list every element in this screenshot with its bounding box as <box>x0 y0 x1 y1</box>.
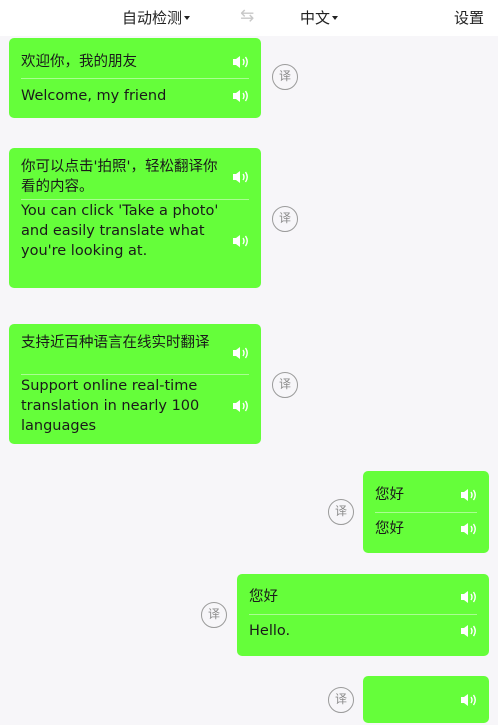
speaker-icon[interactable] <box>231 88 251 104</box>
chevron-down-icon <box>184 15 191 20</box>
message-original-text: 支持近百种语言在线实时翻译 <box>21 335 210 351</box>
speaker-icon[interactable] <box>231 398 251 414</box>
divider <box>21 199 249 200</box>
message-original-text: 您好 <box>249 589 278 605</box>
divider <box>21 374 249 375</box>
translate-icon[interactable]: 译 <box>272 64 298 90</box>
message-original-text: 你可以点击'拍照'，轻松翻译你看的内容。 <box>21 159 218 195</box>
message-translation-text: You can click 'Take a photo' and easily … <box>21 203 219 259</box>
message-bubble[interactable]: 支持近百种语言在线实时翻译 Support online real-time t… <box>9 324 261 444</box>
speaker-icon[interactable] <box>459 623 479 639</box>
source-language-label: 自动检测 <box>122 9 183 27</box>
message-original-text: 欢迎你，我的朋友 <box>21 54 137 70</box>
message-bubble[interactable]: 您好 您好 <box>363 471 489 553</box>
speaker-icon[interactable] <box>459 692 479 708</box>
message-translation-text: Hello. <box>249 623 291 639</box>
translate-icon[interactable]: 译 <box>272 206 298 232</box>
settings-button[interactable]: 设置 <box>454 7 484 28</box>
translate-icon[interactable]: 译 <box>201 602 227 628</box>
translate-icon[interactable]: 译 <box>328 687 354 713</box>
speaker-icon[interactable] <box>459 589 479 605</box>
speaker-icon[interactable] <box>459 521 479 537</box>
message-bubble[interactable] <box>363 676 489 723</box>
top-bar: 自动检测 ⇆ 中文 设置 <box>0 0 498 36</box>
message-bubble[interactable]: 你可以点击'拍照'，轻松翻译你看的内容。 You can click 'Take… <box>9 148 261 288</box>
message-translation-text: Welcome, my friend <box>21 88 167 104</box>
speaker-icon[interactable] <box>459 487 479 503</box>
target-language-label: 中文 <box>300 9 331 27</box>
source-language-dropdown[interactable]: 自动检测 <box>122 7 191 28</box>
divider <box>21 78 249 79</box>
divider <box>249 614 477 615</box>
speaker-icon[interactable] <box>231 54 251 70</box>
divider <box>375 512 477 513</box>
message-bubble[interactable]: 欢迎你，我的朋友 Welcome, my friend <box>9 38 261 118</box>
translate-icon[interactable]: 译 <box>328 499 354 525</box>
speaker-icon[interactable] <box>231 345 251 361</box>
chevron-down-icon <box>332 15 339 20</box>
swap-languages-icon[interactable]: ⇆ <box>240 6 254 26</box>
speaker-icon[interactable] <box>231 233 251 249</box>
translate-icon[interactable]: 译 <box>272 372 298 398</box>
message-translation-text: Support online real-time translation in … <box>21 378 200 434</box>
target-language-dropdown[interactable]: 中文 <box>300 7 339 28</box>
speaker-icon[interactable] <box>231 169 251 185</box>
message-bubble[interactable]: 您好 Hello. <box>237 574 489 656</box>
